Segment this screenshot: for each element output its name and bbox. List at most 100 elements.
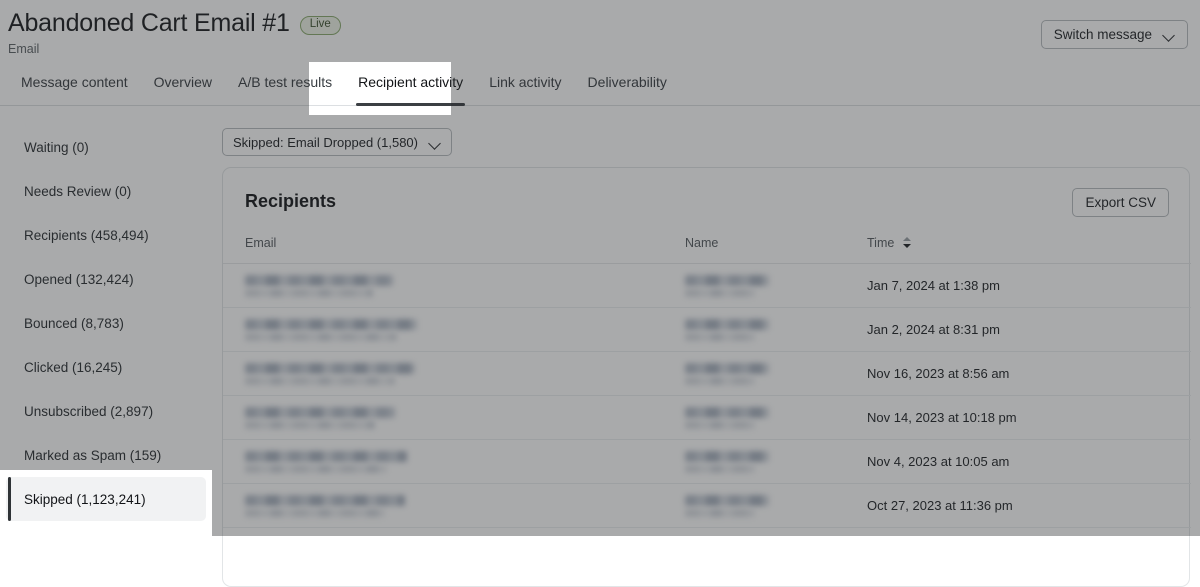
- sidebar-item-label: Opened (132,424): [24, 272, 134, 287]
- column-header-time-label: Time: [867, 236, 894, 250]
- recipients-table: Email Name Time Jan 7, 2024 at 1:38 pmJa…: [223, 236, 1191, 528]
- sidebar-item-label: Skipped (1,123,241): [24, 492, 146, 507]
- redacted-name-line2: [685, 465, 755, 473]
- sidebar-item-recipients[interactable]: Recipients (458,494): [6, 213, 206, 257]
- sidebar-item-waiting[interactable]: Waiting (0): [6, 125, 206, 169]
- export-csv-button[interactable]: Export CSV: [1072, 188, 1169, 217]
- page-body: Waiting (0)Needs Review (0)Recipients (4…: [0, 470, 212, 536]
- sidebar-item-label: Recipients (458,494): [24, 228, 149, 243]
- column-header-email-label: Email: [245, 236, 276, 250]
- column-header-email[interactable]: Email: [223, 236, 685, 264]
- cell-email: [223, 440, 685, 484]
- sidebar: Waiting (0)Needs Review (0)Recipients (4…: [0, 470, 212, 536]
- table-row[interactable]: Jan 7, 2024 at 1:38 pm: [223, 264, 1191, 308]
- table-row[interactable]: Nov 4, 2023 at 10:05 am: [223, 440, 1191, 484]
- sidebar-item-label: Needs Review (0): [24, 184, 131, 199]
- redacted-name: [685, 363, 769, 374]
- redacted-name-line2: [685, 421, 755, 429]
- sidebar-item-opened[interactable]: Opened (132,424): [6, 257, 206, 301]
- cell-time: Nov 16, 2023 at 8:56 am: [867, 352, 1191, 396]
- cell-name: [685, 396, 867, 440]
- table-row[interactable]: Nov 14, 2023 at 10:18 pm: [223, 396, 1191, 440]
- sidebar-item-unsubscribed[interactable]: Unsubscribed (2,897): [6, 389, 206, 433]
- cell-time: Nov 14, 2023 at 10:18 pm: [867, 396, 1191, 440]
- redacted-name-line2: [685, 289, 755, 297]
- redacted-name: [685, 495, 769, 506]
- page-subtitle: Email: [8, 42, 39, 56]
- cell-name: [685, 352, 867, 396]
- chevron-down-icon: [1164, 31, 1175, 38]
- cell-email: [223, 352, 685, 396]
- redacted-email: [245, 319, 417, 330]
- redacted-name: [685, 451, 769, 462]
- title-row: Abandoned Cart Email #1 Live: [8, 8, 341, 38]
- main-content: Skipped: Email Dropped (1,580) Recipient…: [309, 107, 451, 115]
- spotlight-content: Abandoned Cart Email #1 Live Email Switc…: [309, 62, 451, 115]
- table-body: Jan 7, 2024 at 1:38 pmJan 2, 2024 at 8:3…: [223, 264, 1191, 528]
- status-badge: Live: [300, 16, 341, 35]
- redacted-email-line2: [245, 377, 395, 385]
- sidebar-item-bounced[interactable]: Bounced (8,783): [6, 301, 206, 345]
- tab-a-b-test-results[interactable]: A/B test results: [309, 62, 345, 106]
- tab-link-activity[interactable]: Link activity: [476, 62, 574, 106]
- redacted-email-line2: [245, 421, 375, 429]
- recipients-card: Recipients Export CSV Email Name: [222, 167, 1190, 587]
- cell-name: [685, 484, 867, 528]
- redacted-email-line2: [245, 509, 385, 517]
- redacted-name: [685, 275, 769, 286]
- redacted-name: [685, 407, 769, 418]
- main-content: Skipped: Email Dropped (1,580) Recipient…: [212, 107, 1200, 536]
- redacted-email: [245, 363, 415, 374]
- switch-message-button[interactable]: Switch message: [1041, 20, 1188, 49]
- table-row[interactable]: Oct 27, 2023 at 11:36 pm: [223, 484, 1191, 528]
- sidebar-item-marked-as-spam[interactable]: Marked as Spam (159): [6, 470, 206, 477]
- chevron-down-icon: [430, 139, 441, 146]
- sort-descending-icon[interactable]: [903, 236, 912, 249]
- tab-deliverability[interactable]: Deliverability: [575, 62, 680, 106]
- switch-message-label: Switch message: [1054, 27, 1152, 42]
- cell-name: [685, 264, 867, 308]
- sidebar-item-clicked[interactable]: Clicked (16,245): [6, 345, 206, 389]
- sidebar-item-label: Clicked (16,245): [24, 360, 122, 375]
- app-page: Abandoned Cart Email #1 Live Email Switc…: [0, 0, 1200, 536]
- redacted-email-line2: [245, 465, 387, 473]
- spotlight-recipient-activity-tab: Abandoned Cart Email #1 Live Email Switc…: [309, 62, 451, 115]
- sidebar-item-label: Unsubscribed (2,897): [24, 404, 153, 419]
- redacted-name-line2: [685, 333, 755, 341]
- table-row[interactable]: Nov 16, 2023 at 8:56 am: [223, 352, 1191, 396]
- redacted-name-line2: [685, 509, 755, 517]
- skipped-reason-select[interactable]: Skipped: Email Dropped (1,580): [222, 128, 452, 156]
- cell-email: [223, 484, 685, 528]
- page-header: Abandoned Cart Email #1 Live Email Switc…: [0, 0, 1200, 62]
- card-title: Recipients: [245, 191, 336, 212]
- redacted-name-line2: [685, 377, 755, 385]
- redacted-email: [245, 275, 393, 286]
- column-header-time[interactable]: Time: [867, 236, 1191, 264]
- skipped-reason-value: Skipped: Email Dropped (1,580): [233, 135, 418, 150]
- column-header-name-label: Name: [685, 236, 718, 250]
- redacted-email: [245, 407, 395, 418]
- column-header-name[interactable]: Name: [685, 236, 867, 264]
- cell-email: [223, 308, 685, 352]
- table-row[interactable]: Jan 2, 2024 at 8:31 pm: [223, 308, 1191, 352]
- sidebar-item-skipped[interactable]: Skipped (1,123,241): [6, 477, 206, 521]
- sidebar-item-needs-review[interactable]: Needs Review (0): [6, 169, 206, 213]
- cell-name: [685, 440, 867, 484]
- cell-time: Oct 27, 2023 at 11:36 pm: [867, 484, 1191, 528]
- redacted-email: [245, 451, 407, 462]
- tab-overview[interactable]: Overview: [141, 62, 225, 106]
- tabs: Message contentOverview A/B test resultsR…: [0, 62, 1200, 105]
- tab-bar: Message contentOverview A/B test resultsR…: [0, 62, 1200, 106]
- tab-message-content[interactable]: Message content: [8, 62, 141, 106]
- recipients-card-header: Recipients Export CSV: [223, 168, 1189, 236]
- cell-name: [685, 308, 867, 352]
- tab-bar: Message contentOverviewA/B test resultsR…: [309, 62, 451, 106]
- page-body: Waiting (0)Needs Review (0)Recipients (4…: [309, 107, 451, 115]
- table-header-row: Email Name Time: [223, 236, 1191, 264]
- cell-email: [223, 396, 685, 440]
- page-title: Abandoned Cart Email #1: [8, 8, 290, 38]
- sidebar-item-label: Bounced (8,783): [24, 316, 124, 331]
- tab-recipient-activity[interactable]: Recipient activity: [345, 62, 451, 106]
- cell-time: Jan 2, 2024 at 8:31 pm: [867, 308, 1191, 352]
- cell-time: Nov 4, 2023 at 10:05 am: [867, 440, 1191, 484]
